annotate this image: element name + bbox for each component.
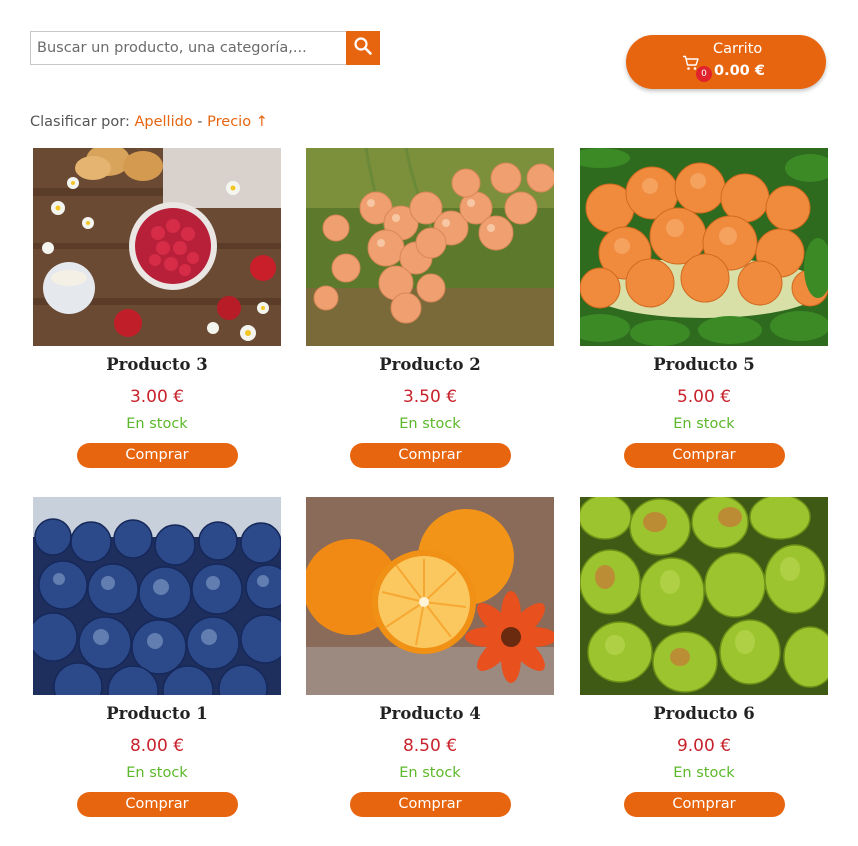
product-card: Producto 2 3.50 € En stock Comprar (306, 148, 554, 468)
stock-status: En stock (126, 416, 188, 432)
product-image-blueberries[interactable] (33, 497, 281, 695)
product-name[interactable]: Producto 2 (306, 354, 554, 376)
shop-page: Carrito 0 0.00 € Clasificar por: Apellid… (0, 0, 858, 846)
stock-status: En stock (399, 765, 461, 781)
product-name[interactable]: Producto 1 (33, 703, 281, 725)
buy-button[interactable]: Comprar (76, 792, 238, 817)
product-image-currants[interactable] (306, 148, 554, 346)
product-price: 3.50 € (402, 387, 458, 407)
product-image-pears[interactable] (580, 497, 828, 695)
stock-status: En stock (673, 416, 735, 432)
product-price: 8.50 € (402, 736, 458, 756)
sort-direction-arrow: ↑ (255, 114, 268, 130)
search-bar (30, 31, 380, 65)
product-price: 5.00 € (676, 387, 732, 407)
product-card: Producto 4 8.50 € En stock Comprar (306, 497, 554, 817)
buy-button[interactable]: Comprar (349, 443, 511, 468)
product-card: Producto 5 5.00 € En stock Comprar (580, 148, 828, 468)
stock-status: En stock (673, 765, 735, 781)
product-card: Producto 6 9.00 € En stock Comprar (580, 497, 828, 817)
product-name[interactable]: Producto 4 (306, 703, 554, 725)
cart-button[interactable]: Carrito 0 0.00 € (626, 35, 826, 89)
stock-status: En stock (399, 416, 461, 432)
buy-button[interactable]: Comprar (623, 792, 785, 817)
product-card: Producto 3 3.00 € En stock Comprar (33, 148, 281, 468)
product-name[interactable]: Producto 6 (580, 703, 828, 725)
cart-amount: 0.00 € (714, 63, 765, 79)
product-name[interactable]: Producto 3 (33, 354, 281, 376)
buy-button[interactable]: Comprar (623, 443, 785, 468)
buy-button[interactable]: Comprar (349, 792, 511, 817)
search-input[interactable] (30, 31, 346, 65)
sort-label: Clasificar por: (30, 114, 130, 130)
sort-by-price-link[interactable]: Precio ↑ (207, 114, 268, 130)
buy-button[interactable]: Comprar (76, 443, 238, 468)
sort-bar: Clasificar por: Apellido - Precio ↑ (30, 114, 268, 130)
stock-status: En stock (126, 765, 188, 781)
cart-title: Carrito (713, 41, 763, 57)
search-icon (353, 36, 373, 60)
product-price: 3.00 € (129, 387, 185, 407)
cart-count-badge: 0 (696, 66, 712, 82)
product-card: Producto 1 8.00 € En stock Comprar (33, 497, 281, 817)
product-image-raspberries[interactable] (33, 148, 281, 346)
product-name[interactable]: Producto 5 (580, 354, 828, 376)
search-button[interactable] (346, 31, 380, 65)
sort-by-surname-link[interactable]: Apellido (134, 114, 192, 130)
product-image-oranges[interactable] (306, 497, 554, 695)
product-price: 9.00 € (676, 736, 732, 756)
sort-price-label: Precio (207, 114, 252, 130)
product-image-apricots[interactable] (580, 148, 828, 346)
product-price: 8.00 € (129, 736, 185, 756)
sort-separator: - (197, 114, 203, 130)
